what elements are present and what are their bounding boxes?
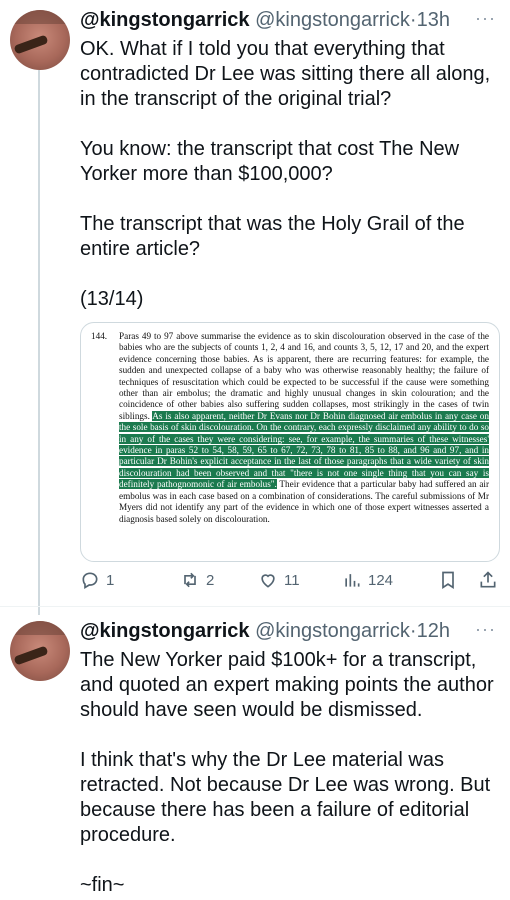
retweet-icon (184, 572, 196, 588)
heart-icon (261, 574, 275, 588)
tweet-header: @kingstongarrick @kingstongarrick·13h (80, 9, 450, 31)
views-button[interactable]: 124 (342, 570, 393, 590)
reply-count: 1 (106, 571, 115, 589)
attached-document-image[interactable]: 144. Paras 49 to 97 above summarise the … (80, 322, 500, 562)
user-handle[interactable]: @kingstongarrick (255, 9, 410, 31)
display-name[interactable]: @kingstongarrick (80, 620, 250, 642)
like-count: 11 (284, 571, 300, 589)
bookmark-icon (442, 571, 454, 590)
transcript-text: Paras 49 to 97 above summarise the evide… (119, 331, 490, 524)
display-name[interactable]: @kingstongarrick (80, 9, 250, 31)
like-button[interactable]: 11 (258, 570, 300, 590)
tweet-divider (0, 606, 510, 607)
paragraph-number: 144. (91, 331, 108, 341)
reply-button[interactable]: 1 (80, 570, 114, 590)
retweet-button[interactable]: 2 (180, 570, 214, 590)
share-icon (480, 571, 496, 588)
timestamp[interactable]: 13h (417, 9, 450, 31)
user-avatar[interactable] (10, 10, 70, 70)
reply-icon (82, 572, 98, 589)
bookmark-button[interactable] (438, 570, 458, 590)
tweet-text: OK. What if I told you that everything t… (80, 38, 491, 310)
user-handle[interactable]: @kingstongarrick (255, 620, 410, 642)
user-avatar[interactable] (10, 621, 70, 681)
tweet-header: @kingstongarrick @kingstongarrick·12h (80, 620, 450, 642)
analytics-icon (345, 574, 360, 587)
tweet-text: The New Yorker paid $100k+ for a transcr… (80, 649, 494, 896)
tweet-actions: 1 2 11 124 (80, 570, 498, 594)
thread-connector-line (38, 70, 40, 615)
view-count: 124 (368, 571, 394, 589)
highlighted-passage: As is also apparent, neither Dr Evans no… (119, 410, 489, 490)
timestamp[interactable]: 12h (417, 620, 450, 642)
share-button[interactable] (478, 570, 498, 590)
retweet-count: 2 (206, 571, 215, 589)
more-options-icon[interactable]: ··· (475, 8, 496, 29)
more-options-icon[interactable]: ··· (475, 619, 496, 640)
